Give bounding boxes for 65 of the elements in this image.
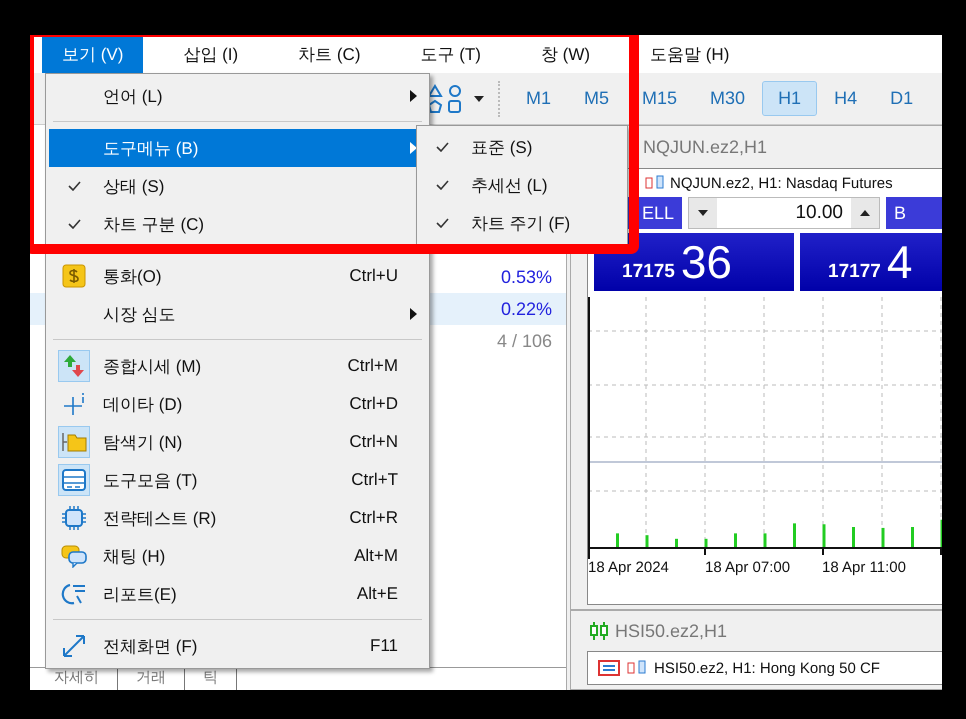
- menu-item[interactable]: 전략테스트 (R) Ctrl+R: [49, 499, 426, 537]
- up-arrow-icon[interactable]: [860, 210, 870, 216]
- window-icon: [61, 468, 87, 492]
- volume-bar: [734, 533, 737, 547]
- candles-icon: [626, 660, 648, 676]
- time-axis-label: 18 Apr 11:00: [822, 559, 907, 578]
- buy-button[interactable]: B: [886, 197, 942, 229]
- down-arrow-icon[interactable]: [698, 210, 708, 216]
- volume-bar: [793, 523, 796, 547]
- timeframe-button[interactable]: H4: [818, 81, 874, 116]
- menu-bar-item[interactable]: 도구 (T): [400, 35, 501, 73]
- menu-item[interactable]: 통화(O) Ctrl+U: [49, 257, 426, 295]
- timeframe-button[interactable]: M1: [510, 81, 568, 116]
- menu-bar-item[interactable]: 도움말 (H): [630, 35, 750, 73]
- bid-price[interactable]: 17175 36: [594, 233, 794, 291]
- volume-bar: [764, 533, 766, 547]
- volume-bar: [646, 535, 648, 547]
- menu-item[interactable]: 종합시세 (M) Ctrl+M: [49, 347, 426, 385]
- menu-bar-item[interactable]: 차트 (C): [278, 35, 380, 73]
- volume-bar: [704, 538, 708, 547]
- submenu-arrow-icon: [410, 142, 416, 154]
- report-icon: [61, 582, 87, 606]
- volume-bar: [675, 538, 678, 547]
- ask-price[interactable]: 17177 4: [800, 233, 942, 291]
- menu-item[interactable]: 채팅 (H) Alt+M: [49, 537, 426, 575]
- candles-icon: [589, 622, 609, 640]
- submenu-arrow-icon: [410, 308, 416, 320]
- lot-spinner[interactable]: 10.00: [688, 197, 880, 229]
- menu-bar-item[interactable]: 삽입 (I): [163, 35, 258, 73]
- menu-item[interactable]: 언어 (L): [49, 77, 426, 115]
- folder-icon: [61, 431, 87, 453]
- chart-header: HSI50.ez2, H1: Hong Kong 50 CF: [654, 660, 880, 676]
- time-axis-label: 18 Apr 2024: [588, 559, 670, 578]
- symbol-count: 4 / 106: [496, 330, 552, 352]
- volume-bar: [911, 527, 914, 547]
- chat-icon: [61, 544, 87, 568]
- time-axis-label: 18 Apr 07:00: [705, 559, 792, 578]
- timeframe-button[interactable]: D1: [874, 81, 930, 116]
- timeframe-button[interactable]: H1: [762, 81, 818, 116]
- menu-item[interactable]: 데이타 (D) Ctrl+D: [49, 385, 426, 423]
- menu-item[interactable]: 리포트(E) Alt+E: [49, 575, 426, 613]
- list-icon: [598, 660, 620, 676]
- crosshair-icon: [61, 391, 87, 417]
- volume-bar: [882, 528, 884, 547]
- menu-bar-item[interactable]: 창 (W): [520, 35, 610, 73]
- volume-bar: [852, 527, 855, 547]
- menu-item[interactable]: 탐색기 (N) Ctrl+N: [49, 423, 426, 461]
- chart-window-title[interactable]: NQJUN.ez2,H1: [643, 136, 768, 158]
- menu-bar-item[interactable]: 보기 (V): [42, 35, 144, 73]
- dollar-icon: [62, 264, 86, 288]
- chart-window-title[interactable]: HSI50.ez2,H1: [615, 620, 728, 642]
- menu-item[interactable]: 시장 심도: [49, 295, 426, 333]
- volume-bar: [822, 524, 826, 547]
- timeframe-button[interactable]: M15: [626, 81, 694, 116]
- caret-icon[interactable]: [474, 96, 484, 102]
- expand-icon: [61, 633, 87, 659]
- candles-icon: [644, 175, 666, 191]
- chart-header: NQJUN.ez2, H1: Nasdaq Futures: [670, 174, 893, 192]
- menu-item[interactable]: 도구모음 (T) Ctrl+T: [49, 461, 426, 499]
- arrows-icon: [61, 353, 87, 379]
- volume-bar: [616, 533, 619, 547]
- menu-item[interactable]: 전체화면 (F) F11: [49, 627, 426, 665]
- timeframe-button[interactable]: M30: [694, 81, 762, 116]
- submenu-arrow-icon: [410, 90, 416, 102]
- timeframe-button[interactable]: M5: [568, 81, 626, 116]
